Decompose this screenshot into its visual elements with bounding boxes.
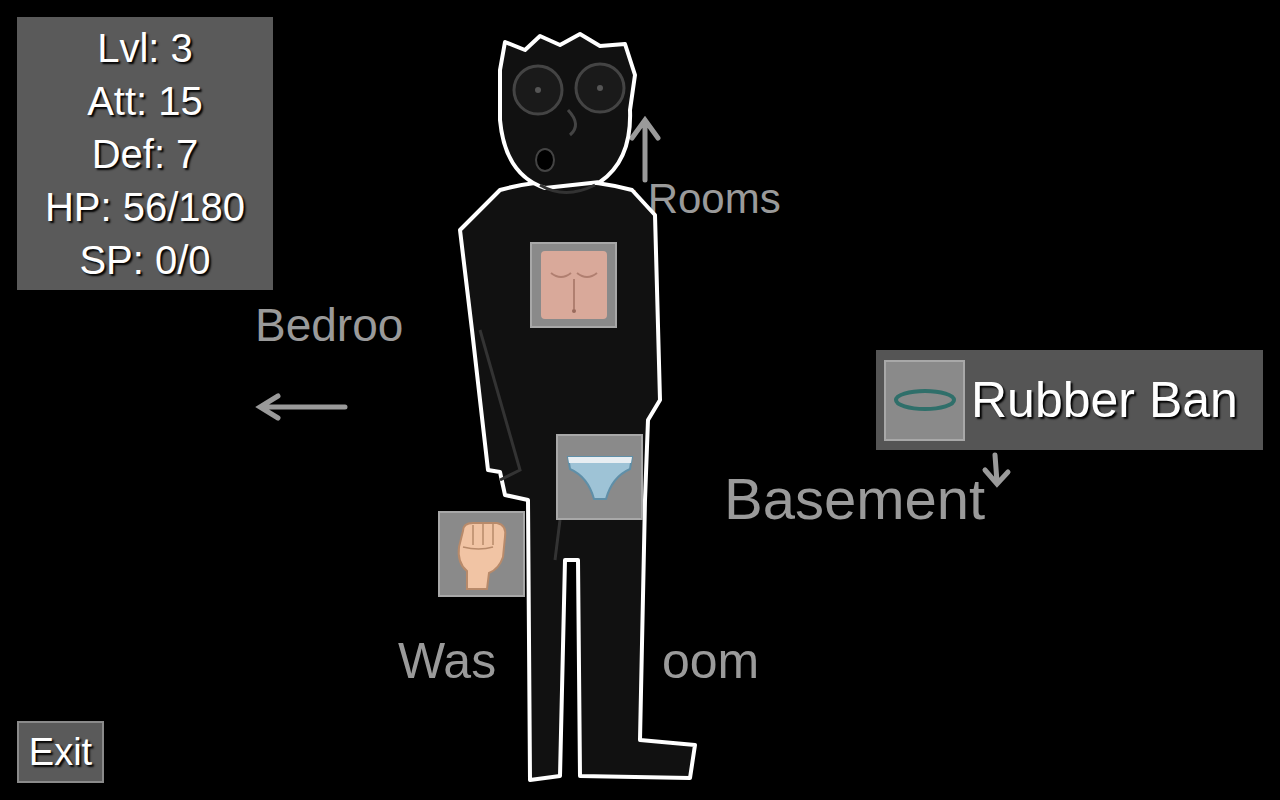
game-screen: Bedroo r Rooms Basement Was oom Lvl: 3Att: 15… xyxy=(0,0,1280,800)
chest-slot[interactable] xyxy=(530,242,617,328)
item-icon-box xyxy=(884,360,965,441)
briefs-icon xyxy=(564,449,636,505)
rubber-band-icon xyxy=(892,385,958,415)
map-label: Basement xyxy=(724,470,985,528)
map-label: oom xyxy=(662,636,759,686)
stat-line: Def: 7 xyxy=(92,128,199,180)
map-label: Was xyxy=(398,636,496,686)
weapon-slot[interactable] xyxy=(438,511,525,597)
stat-line: SP: 0/0 xyxy=(79,234,210,286)
fist-icon xyxy=(449,517,515,591)
stat-line: Lvl: 3 xyxy=(97,22,193,74)
stat-line: HP: 56/180 xyxy=(45,181,245,233)
item-panel[interactable]: Rubber Ban xyxy=(876,350,1263,450)
stats-panel: Lvl: 3Att: 15Def: 7HP: 56/180SP: 0/0 xyxy=(17,17,273,290)
item-name: Rubber Ban xyxy=(971,375,1238,425)
map-label: r Rooms xyxy=(622,178,781,220)
stat-line: Att: 15 xyxy=(87,75,203,127)
underwear-slot[interactable] xyxy=(556,434,643,520)
bare-chest-icon xyxy=(537,249,611,321)
map-label: Bedroo xyxy=(255,302,403,348)
exit-button[interactable]: Exit xyxy=(17,721,104,783)
